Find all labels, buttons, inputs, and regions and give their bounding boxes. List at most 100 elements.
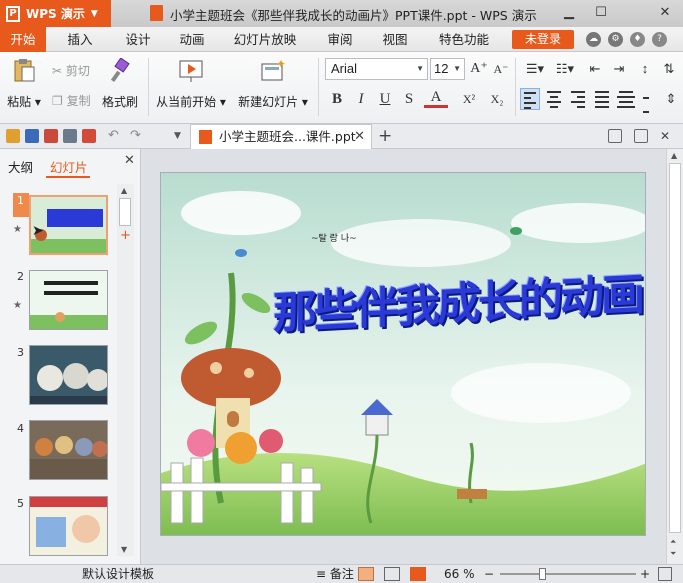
align-right-button[interactable]: [568, 88, 588, 110]
bullet-list-button[interactable]: ☰▾: [522, 58, 548, 80]
bold-button[interactable]: B: [328, 88, 346, 110]
close-document-icon[interactable]: ✕: [660, 129, 674, 143]
restore-icon[interactable]: [608, 129, 622, 143]
ppt-file-icon: [150, 5, 163, 21]
redo-icon[interactable]: ↷: [130, 129, 144, 143]
font-size-select[interactable]: 12 ▼: [430, 58, 465, 80]
columns-button[interactable]: [640, 88, 660, 113]
document-tab-bar: ↶ ↷ ▼ 小学主题班会...课件.ppt ✕ + ✕: [0, 124, 683, 149]
fullscreen-icon[interactable]: [634, 129, 648, 143]
numbered-list-button[interactable]: ☷▾: [552, 58, 578, 80]
new-tab-icon[interactable]: +: [378, 126, 392, 146]
tab-review[interactable]: 审阅: [320, 27, 360, 52]
text-direction-button[interactable]: ⇅: [660, 58, 678, 80]
tab-animation[interactable]: 动画: [172, 27, 212, 52]
copy-button[interactable]: ❐ 复制: [52, 92, 91, 109]
skin-icon[interactable]: ♦: [630, 32, 645, 47]
cut-label: 剪切: [65, 64, 90, 78]
paste-button[interactable]: 粘贴 ▾: [6, 58, 42, 110]
open-folder-icon[interactable]: [6, 129, 20, 143]
login-button[interactable]: 未登录: [512, 30, 574, 49]
zoom-slider[interactable]: [500, 573, 636, 575]
underline-button[interactable]: U: [376, 88, 394, 110]
customize-toolbar-icon[interactable]: ▼: [174, 129, 188, 143]
close-window-icon[interactable]: ✕: [654, 3, 676, 23]
slide-scrollbar[interactable]: ▲ ⏶ ⏷: [666, 149, 683, 564]
zoom-level: 66 %: [444, 567, 475, 581]
close-panel-icon[interactable]: ✕: [124, 153, 135, 168]
minimize-icon[interactable]: ▁: [558, 3, 580, 23]
line-spacing-button[interactable]: ↕: [636, 58, 654, 80]
decrease-indent-button[interactable]: ⇤: [586, 58, 604, 80]
shadow-button[interactable]: S: [400, 88, 418, 110]
align-center-button[interactable]: [544, 88, 564, 110]
settings-icon[interactable]: ⚙: [608, 32, 623, 47]
slide-title-wordart[interactable]: 那些伴我成长的动画: [273, 222, 642, 389]
superscript-button[interactable]: X²: [458, 88, 480, 110]
help-icon[interactable]: ?: [652, 32, 667, 47]
grow-font-button[interactable]: A⁺: [470, 58, 488, 80]
zoom-slider-thumb[interactable]: [539, 568, 546, 580]
subscript-button[interactable]: X₂: [486, 88, 508, 110]
align-left-button[interactable]: [520, 88, 540, 110]
print-icon[interactable]: [63, 129, 77, 143]
increase-indent-button[interactable]: ⇥: [610, 58, 628, 80]
paste-icon: [14, 59, 35, 82]
zoom-out-icon[interactable]: −: [484, 565, 494, 583]
new-slide-button[interactable]: ✦ 新建幻灯片 ▾: [234, 57, 312, 110]
format-painter-icon: [110, 57, 130, 83]
thumbnail-scrollbar[interactable]: ▲ + ▼: [117, 184, 134, 556]
notes-button[interactable]: ≡ 备注: [316, 565, 354, 583]
tab-slides[interactable]: 幻灯片: [50, 157, 88, 176]
format-painter-button[interactable]: 格式刷: [100, 57, 140, 110]
save-icon[interactable]: [25, 129, 39, 143]
previous-slide-icon[interactable]: ⏶: [670, 537, 676, 547]
cloud-icon[interactable]: ☁: [586, 32, 601, 47]
wps-app-menu-button[interactable]: P WPS 演示 ▼: [0, 0, 111, 27]
next-slide-icon[interactable]: ⏷: [670, 549, 676, 559]
font-size-value: 12: [434, 61, 449, 76]
slide-thumbnail-5[interactable]: [29, 496, 108, 556]
play-from-current-button[interactable]: 从当前开始 ▾: [156, 58, 226, 110]
font-color-button[interactable]: A: [424, 88, 448, 108]
undo-icon[interactable]: ↶: [108, 129, 122, 143]
add-slide-icon[interactable]: +: [117, 228, 134, 244]
tab-slideshow[interactable]: 幻灯片放映: [230, 27, 300, 52]
slide-thumbnail-2[interactable]: [29, 270, 108, 330]
scrollbar-thumb[interactable]: [119, 198, 131, 226]
print-preview-icon[interactable]: [82, 129, 96, 143]
italic-button[interactable]: I: [352, 88, 370, 110]
zoom-in-icon[interactable]: +: [640, 565, 650, 583]
tab-view[interactable]: 视图: [375, 27, 415, 52]
font-family-select[interactable]: Arial ▼: [325, 58, 428, 80]
slide-thumbnail-3[interactable]: [29, 345, 108, 405]
slide-thumbnail-4[interactable]: [29, 420, 108, 480]
scrollbar-thumb[interactable]: [669, 163, 681, 533]
slideshow-icon[interactable]: [410, 567, 426, 581]
slide-sorter-icon[interactable]: [384, 567, 400, 581]
scroll-down-icon[interactable]: ▼: [121, 545, 127, 554]
tab-special-features[interactable]: 特色功能: [434, 27, 494, 52]
slide-canvas[interactable]: ~탈 랑 나~ 那些伴我成长的动画: [160, 172, 646, 536]
normal-view-icon[interactable]: [358, 567, 374, 581]
text-align-button[interactable]: ⇕: [662, 88, 680, 110]
justify-button[interactable]: [592, 88, 612, 110]
fit-window-icon[interactable]: [658, 567, 672, 581]
export-pdf-icon[interactable]: [44, 129, 58, 143]
close-tab-icon[interactable]: ✕: [354, 125, 365, 148]
ribbon-divider: [148, 58, 149, 116]
shrink-font-button[interactable]: A⁻: [492, 58, 510, 80]
tab-document[interactable]: 小学主题班会...课件.ppt ✕: [190, 124, 372, 149]
scroll-up-icon[interactable]: ▲: [671, 151, 677, 160]
tab-outline[interactable]: 大纲: [8, 157, 33, 176]
tab-home[interactable]: 开始: [0, 27, 46, 52]
new-slide-icon: ✦: [261, 57, 286, 81]
cut-button[interactable]: ✂ 剪切: [52, 62, 90, 79]
maximize-icon[interactable]: ☐: [590, 3, 612, 23]
slide-thumbnail-image: [30, 271, 107, 329]
tab-insert[interactable]: 插入: [60, 27, 100, 52]
design-template-label: 默认设计模板: [82, 567, 155, 581]
scroll-up-icon[interactable]: ▲: [121, 186, 127, 195]
distribute-button[interactable]: [616, 88, 636, 110]
tab-design[interactable]: 设计: [118, 27, 158, 52]
